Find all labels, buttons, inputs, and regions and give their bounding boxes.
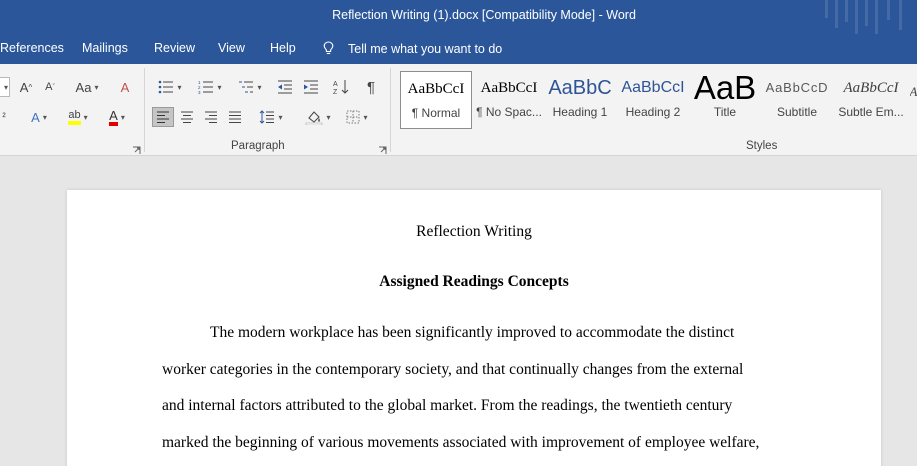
tab-references[interactable]: References (0, 41, 64, 55)
title-bar-decoration (817, 0, 917, 34)
window-title: Reflection Writing (1).docx [Compatibili… (332, 8, 636, 22)
style-name: ¶ No Spac... (476, 105, 542, 119)
align-right-button[interactable] (200, 107, 222, 127)
align-center-button[interactable] (176, 107, 198, 127)
tab-mailings[interactable]: Mailings (82, 41, 128, 55)
svg-text:Z: Z (333, 89, 338, 95)
style-name: ¶ Normal (411, 106, 461, 120)
style-gallery-overflow[interactable]: A (910, 82, 917, 102)
numbering-button[interactable]: 1 2 3 ▾ (192, 77, 228, 97)
style-sample: AaBbCcI (621, 79, 685, 96)
justify-button[interactable] (224, 107, 246, 127)
shading-button[interactable]: ▾ (300, 107, 336, 127)
font-color-button[interactable]: A ▾ (100, 107, 134, 127)
paragraph-dialog-launcher-icon[interactable] (378, 142, 387, 154)
line-spacing-button[interactable]: ▾ (254, 107, 288, 127)
grow-font-icon[interactable]: A ^ (16, 77, 36, 97)
style-sample: AaBbC (548, 77, 612, 99)
font-size-dropdown[interactable]: ▾ (0, 77, 10, 97)
svg-text:3: 3 (198, 90, 201, 94)
style-sample: AaBbCcD (765, 80, 829, 95)
style-heading-2[interactable]: AaBbCcI Heading 2 (617, 71, 689, 129)
style-no-spacing[interactable]: AaBbCcI ¶ No Spac... (473, 71, 545, 129)
paragraph-line: The modern workplace has been significan… (210, 324, 735, 341)
text-effects-button[interactable]: A ▾ (24, 107, 54, 127)
style-name: Title (713, 105, 737, 119)
style-title[interactable]: AaB Title (689, 71, 761, 129)
lightbulb-icon (323, 41, 334, 55)
subscript-icon[interactable]: ² (0, 107, 8, 127)
style-heading-1[interactable]: AaBbC Heading 1 (544, 71, 616, 129)
sort-icon[interactable]: AZ (330, 77, 352, 97)
bullets-button[interactable]: ▾ (152, 77, 188, 97)
style-normal[interactable]: AaBbCcI ¶ Normal (400, 71, 472, 129)
style-name: Heading 1 (552, 105, 608, 119)
shrink-font-icon[interactable]: Aˇ (40, 77, 60, 97)
tab-review[interactable]: Review (154, 41, 195, 55)
style-name: Heading 2 (625, 105, 681, 119)
style-sample: AaBbCcI (843, 80, 899, 96)
style-sample: AaBbCcI (407, 81, 465, 97)
style-name: Subtitle (776, 105, 818, 119)
tab-help[interactable]: Help (270, 41, 296, 55)
tell-me-search[interactable]: Tell me what you want to do (323, 41, 502, 56)
document-page[interactable]: Reflection Writing Assigned Readings Con… (67, 190, 881, 466)
style-subtle-emphasis[interactable]: AaBbCcI Subtle Em... (833, 71, 909, 129)
styles-group-label: Styles (746, 140, 778, 152)
style-sample: AaB (693, 71, 757, 105)
highlight-color-button[interactable]: ab ▾ (60, 107, 96, 127)
paragraph-line: worker categories in the contemporary so… (162, 361, 744, 378)
font-dialog-launcher-icon[interactable] (132, 142, 141, 154)
document-heading: Assigned Readings Concepts (379, 273, 569, 290)
tell-me-text: Tell me what you want to do (348, 42, 503, 56)
style-sample: AaBbCcI (480, 80, 538, 96)
increase-indent-icon[interactable] (300, 77, 322, 97)
clear-formatting-icon[interactable]: A (114, 77, 136, 97)
title-bar: Reflection Writing (1).docx [Compatibili… (0, 0, 917, 34)
paragraph-line: and internal factors attributed to the g… (162, 397, 733, 414)
decrease-indent-icon[interactable] (274, 77, 296, 97)
ribbon: ▾ A ^ Aˇ Aa ▾ A ² A ▾ ab ▾ A ▾ ▾ 1 2 3 ▾ ▾ AZ ¶ (0, 64, 917, 156)
svg-text:A: A (333, 81, 338, 88)
tab-view[interactable]: View (218, 41, 245, 55)
paragraph-group-label: Paragraph (231, 140, 285, 152)
style-subtitle[interactable]: AaBbCcD Subtitle (761, 71, 833, 129)
multilevel-list-button[interactable]: ▾ (232, 77, 268, 97)
align-left-button[interactable] (152, 107, 174, 127)
group-separator (144, 68, 145, 152)
paragraph-line: marked the beginning of various movement… (162, 434, 760, 451)
show-formatting-marks-icon[interactable]: ¶ (360, 77, 382, 97)
document-title: Reflection Writing (416, 223, 532, 240)
borders-button[interactable]: ▾ (340, 107, 374, 127)
group-separator (390, 68, 391, 152)
ribbon-tabs: References Mailings Review View Help Tel… (0, 34, 917, 64)
change-case-button[interactable]: Aa ▾ (70, 77, 104, 97)
style-name: Subtle Em... (838, 105, 904, 119)
